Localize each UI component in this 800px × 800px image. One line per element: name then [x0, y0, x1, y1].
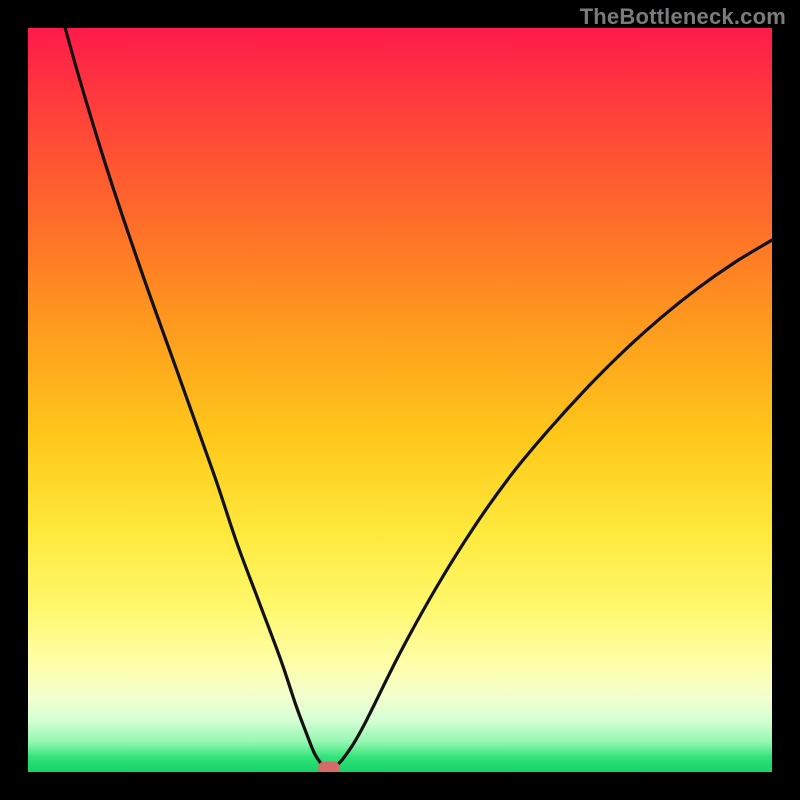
chart-frame: TheBottleneck.com [0, 0, 800, 800]
optimal-point-marker [318, 761, 340, 772]
plot-area [28, 28, 772, 772]
bottleneck-curve [28, 28, 772, 772]
watermark-text: TheBottleneck.com [580, 4, 786, 30]
